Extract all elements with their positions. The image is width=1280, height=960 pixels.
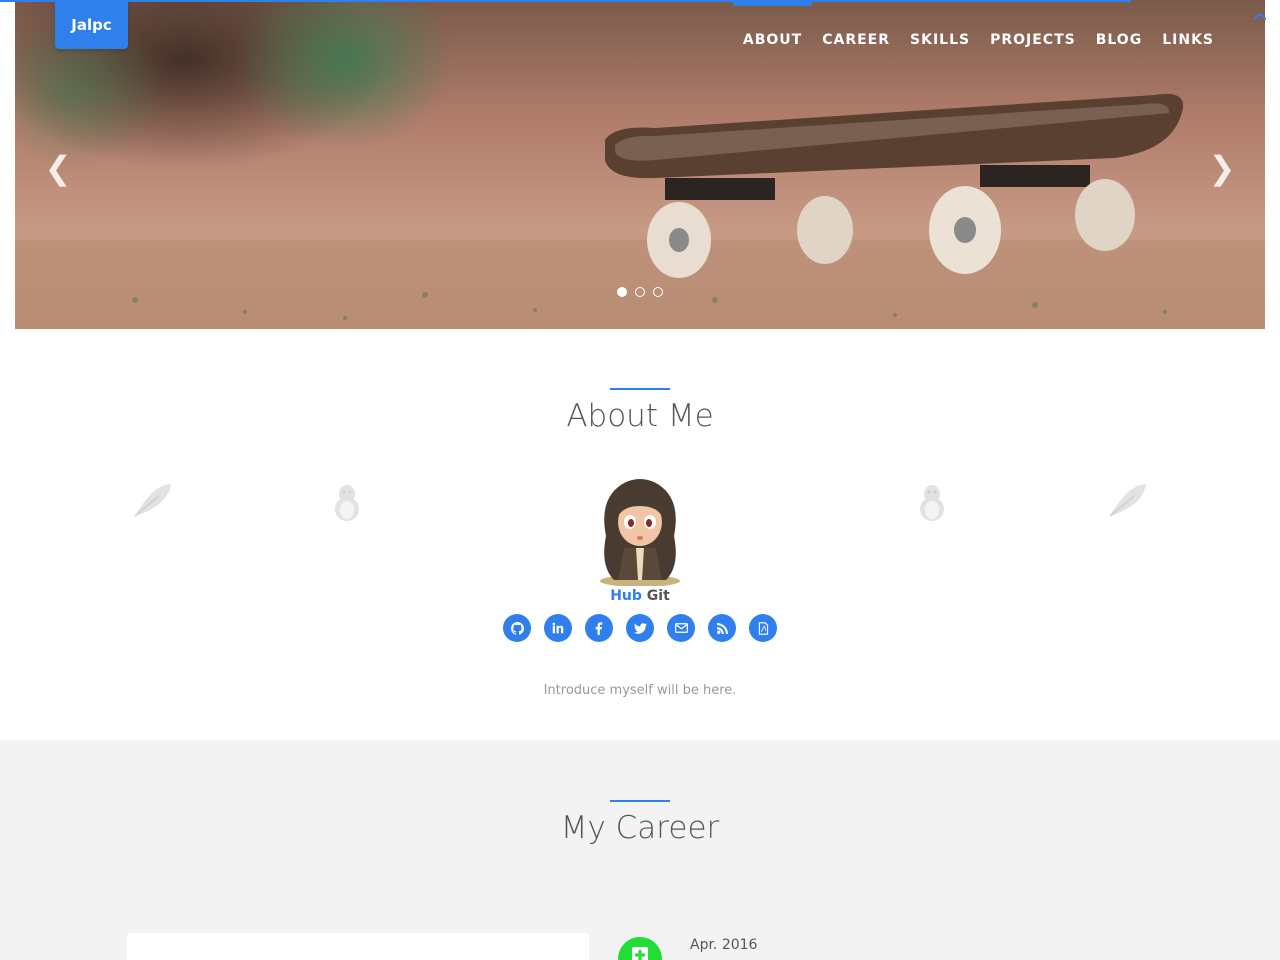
carousel-indicator-2[interactable] [635,287,645,297]
nav-item-skills[interactable]: SKILLS [900,0,980,80]
carousel-indicator-1[interactable] [617,287,627,297]
nav-item-projects[interactable]: PROJECTS [980,0,1086,80]
career-plus-icon [618,937,662,960]
nav-item-about[interactable]: ABOUT [732,0,813,80]
carousel-indicator-3[interactable] [653,287,663,297]
career-title-underline [610,800,670,802]
profile-name: Hub Git [0,588,1280,604]
twitter-icon[interactable] [626,614,654,642]
career-section: My Career Apr. 2016 [0,740,1280,960]
about-title: About Me [566,398,714,434]
feather-icon [133,482,173,524]
social-links [0,614,1280,642]
feather-icon [1108,482,1148,524]
pdf-icon[interactable] [749,614,777,642]
rss-icon[interactable] [708,614,736,642]
intro-text: Introduce myself will be here. [543,683,737,698]
career-date: Apr. 2016 [690,937,758,953]
linkedin-icon[interactable] [544,614,572,642]
email-icon[interactable] [667,614,695,642]
carousel-indicators [15,287,1265,297]
profile-name-hub: Hub [610,588,642,604]
carousel-prev-chevron-left-icon[interactable]: ❮ [43,150,73,186]
facebook-icon[interactable] [585,614,613,642]
nav-item-career[interactable]: CAREER [812,0,900,80]
avatar [596,476,684,587]
about-title-underline [610,388,670,390]
brand-logo-link[interactable]: Jalpc [55,0,128,49]
career-title: My Career [560,810,720,846]
linux-penguin-icon [330,482,364,528]
linux-penguin-icon [915,482,949,528]
profile-name-git: Git [646,588,670,604]
loading-progress-bar [0,0,1131,2]
carousel-next-chevron-right-icon[interactable]: ❯ [1207,150,1237,186]
career-timeline-card [127,933,589,960]
nav-item-blog[interactable]: BLOG [1086,0,1153,80]
nav-item-links[interactable]: LINKS [1152,0,1224,80]
github-icon[interactable] [503,614,531,642]
main-nav: ABOUT CAREER SKILLS PROJECTS BLOG LINKS [732,0,1224,80]
